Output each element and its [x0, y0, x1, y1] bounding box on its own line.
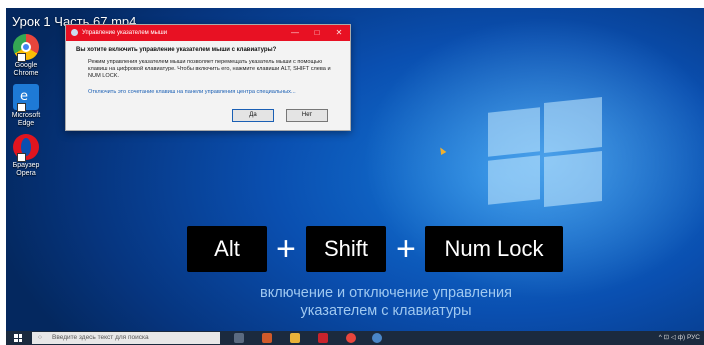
- key-numlock: Num Lock: [425, 226, 563, 272]
- key-shift: Shift: [306, 226, 386, 272]
- desktop-icon-label: Браузер Opera: [12, 162, 40, 177]
- windows-start-icon[interactable]: [14, 334, 22, 342]
- caption-line-2: указателем с клавиатуры: [300, 303, 472, 319]
- caption-line-1: включение и отключение управления: [260, 285, 512, 301]
- video-frame: Урок 1 Часть 67.mp4 Google Chrome e Micr…: [6, 8, 704, 345]
- minimize-button[interactable]: —: [284, 25, 306, 41]
- edge-icon: e: [13, 84, 39, 112]
- app-icon[interactable]: [318, 333, 328, 343]
- mouse-cursor-icon: [437, 145, 447, 156]
- task-view-icon[interactable]: [234, 333, 244, 343]
- search-icon: ○: [38, 334, 42, 341]
- browser-taskbar-icon[interactable]: [372, 333, 382, 343]
- dialog-title-bar[interactable]: Управление указателем мыши — □ ✕: [66, 25, 350, 41]
- plus-sign: +: [276, 230, 296, 268]
- accessibility-icon: [71, 29, 78, 36]
- chrome-icon: [13, 34, 39, 62]
- dialog-body: Режим управления указателем мыши позволя…: [88, 59, 331, 79]
- windows-logo: [488, 96, 602, 210]
- desktop-icon-opera[interactable]: Браузер Opera: [6, 134, 46, 178]
- chrome-taskbar-icon[interactable]: [346, 333, 356, 343]
- no-button[interactable]: Нет: [286, 109, 328, 122]
- opera-icon: [13, 134, 39, 162]
- key-alt: Alt: [187, 226, 267, 272]
- taskbar: ○ Введите здесь текст для поиска ^ ⊡ ◁ ф…: [6, 331, 704, 345]
- desktop-icon-edge[interactable]: e Microsoft Edge: [6, 84, 46, 128]
- system-tray[interactable]: ^ ⊡ ◁ ф) РУС: [659, 331, 700, 345]
- plus-sign: +: [396, 230, 416, 268]
- desktop-icon-label: Microsoft Edge: [11, 112, 41, 127]
- maximize-button[interactable]: □: [306, 25, 328, 41]
- disable-shortcut-link[interactable]: Отключить это сочетание клавиш на панели…: [88, 89, 296, 95]
- desktop-icon-label: Google Chrome: [13, 62, 39, 77]
- dialog-title: Управление указателем мыши: [82, 30, 168, 36]
- taskbar-search-box[interactable]: ○ Введите здесь текст для поиска: [32, 332, 220, 344]
- mouse-keys-dialog: Управление указателем мыши — □ ✕ Вы хоти…: [65, 24, 351, 131]
- desktop-icon-chrome[interactable]: Google Chrome: [6, 34, 46, 78]
- dialog-question: Вы хотите включить управление указателем…: [76, 47, 277, 53]
- yes-button[interactable]: Да: [232, 109, 274, 122]
- file-explorer-icon[interactable]: [290, 333, 300, 343]
- search-placeholder: Введите здесь текст для поиска: [52, 334, 149, 341]
- powerpoint-icon[interactable]: [262, 333, 272, 343]
- close-button[interactable]: ✕: [328, 25, 350, 41]
